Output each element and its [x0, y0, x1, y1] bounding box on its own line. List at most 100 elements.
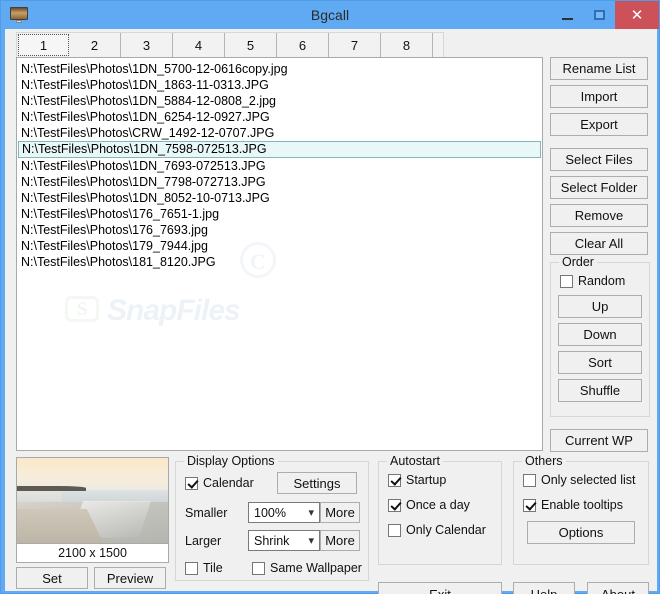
tab-6[interactable]: 6: [277, 33, 329, 57]
preview-panel: 2100 x 1500 Set Preview: [16, 457, 169, 589]
list-item[interactable]: N:\TestFiles\Photos\1DN_8052-10-0713.JPG: [17, 190, 542, 206]
button-spacer: [550, 141, 650, 148]
close-icon: ✕: [630, 6, 644, 24]
tab-8[interactable]: 8: [381, 33, 433, 57]
only-selected-list-checkbox-row[interactable]: Only selected list: [523, 473, 648, 487]
tile-checkbox-row[interactable]: Tile: [185, 561, 252, 575]
once-a-day-checkbox[interactable]: [388, 498, 401, 512]
help-button[interactable]: Help: [513, 582, 575, 594]
autostart-group: Autostart Startup Once a day Only Calend…: [378, 454, 502, 565]
tab-2-label: 2: [90, 37, 99, 53]
list-item[interactable]: N:\TestFiles\Photos\181_8120.JPG: [17, 254, 542, 270]
tab-strip-filler: [433, 33, 443, 57]
about-button[interactable]: About: [587, 582, 649, 594]
larger-more-button[interactable]: More: [320, 530, 360, 551]
image-dimensions: 2100 x 1500: [16, 544, 169, 563]
larger-value: Shrink: [254, 533, 290, 548]
file-list[interactable]: N:\TestFiles\Photos\1DN_5700-12-0616copy…: [16, 57, 543, 451]
export-button[interactable]: Export: [550, 113, 648, 136]
larger-row: Larger Shrink ▾ More: [185, 530, 368, 551]
only-calendar-label: Only Calendar: [406, 523, 486, 537]
display-options-legend: Display Options: [184, 454, 278, 468]
only-calendar-checkbox-row[interactable]: Only Calendar: [388, 523, 501, 537]
random-label: Random: [578, 274, 626, 288]
shuffle-button[interactable]: Shuffle: [558, 379, 642, 402]
watermark-text: SnapFiles: [107, 294, 241, 327]
list-item[interactable]: N:\TestFiles\Photos\1DN_5884-12-0808_2.j…: [17, 93, 542, 109]
order-group: Order Random Up Down Sort Shuffle: [550, 255, 650, 417]
list-item-selected[interactable]: N:\TestFiles\Photos\1DN_7598-072513.JPG: [18, 141, 541, 158]
list-item[interactable]: N:\TestFiles\Photos\1DN_7693-072513.JPG: [17, 158, 542, 174]
list-item[interactable]: N:\TestFiles\Photos\1DN_1863-11-0313.JPG: [17, 77, 542, 93]
tile-row: Tile Same Wallpaper: [185, 561, 368, 575]
wallpaper-thumbnail[interactable]: [16, 457, 169, 544]
tab-2[interactable]: 2: [69, 33, 121, 57]
only-selected-list-checkbox[interactable]: [523, 473, 536, 487]
list-item[interactable]: N:\TestFiles\Photos\179_7944.jpg: [17, 238, 542, 254]
list-item[interactable]: N:\TestFiles\Photos\CRW_1492-12-0707.JPG: [17, 125, 542, 141]
tab-4-label: 4: [194, 37, 203, 53]
preview-button[interactable]: Preview: [94, 567, 166, 589]
application-window: Bgcall ✕ 1 2 3 4 5 6 7 8 N:\TestFiles\Ph…: [0, 0, 660, 594]
smaller-value: 100%: [254, 505, 286, 520]
once-a-day-checkbox-row[interactable]: Once a day: [388, 498, 501, 512]
startup-checkbox[interactable]: [388, 473, 401, 487]
clear-all-button[interactable]: Clear All: [550, 232, 648, 255]
tab-8-label: 8: [402, 37, 411, 53]
calendar-checkbox-row[interactable]: Calendar: [185, 476, 277, 490]
same-wallpaper-checkbox-row[interactable]: Same Wallpaper: [252, 561, 362, 575]
smaller-dropdown[interactable]: 100% ▾: [248, 502, 320, 523]
remove-button[interactable]: Remove: [550, 204, 648, 227]
chevron-down-icon: ▾: [308, 535, 314, 547]
others-legend: Others: [522, 454, 566, 468]
preview-buttons: Set Preview: [16, 567, 169, 589]
list-item[interactable]: N:\TestFiles\Photos\1DN_7798-072713.JPG: [17, 174, 542, 190]
exit-button[interactable]: Exit: [378, 582, 502, 594]
order-group-legend: Order: [559, 255, 597, 269]
larger-dropdown[interactable]: Shrink ▾: [248, 530, 320, 551]
same-wallpaper-checkbox[interactable]: [252, 561, 265, 575]
tab-3[interactable]: 3: [121, 33, 173, 57]
tile-checkbox[interactable]: [185, 561, 198, 575]
minimize-button[interactable]: [551, 1, 583, 29]
current-wp-button[interactable]: Current WP: [550, 429, 648, 452]
settings-button[interactable]: Settings: [277, 472, 357, 494]
down-button[interactable]: Down: [558, 323, 642, 346]
random-checkbox-row[interactable]: Random: [560, 274, 649, 288]
rename-list-button[interactable]: Rename List: [550, 57, 648, 80]
select-files-button[interactable]: Select Files: [550, 148, 648, 171]
only-calendar-checkbox[interactable]: [388, 523, 401, 537]
enable-tooltips-checkbox-row[interactable]: Enable tooltips: [523, 498, 648, 512]
tab-1[interactable]: 1: [18, 34, 69, 56]
enable-tooltips-label: Enable tooltips: [541, 498, 624, 512]
tab-4[interactable]: 4: [173, 33, 225, 57]
smaller-more-button[interactable]: More: [320, 502, 360, 523]
tab-7-label: 7: [350, 37, 359, 53]
right-button-column: Rename List Import Export Select Files S…: [550, 57, 650, 260]
list-item[interactable]: N:\TestFiles\Photos\176_7693.jpg: [17, 222, 542, 238]
up-button[interactable]: Up: [558, 295, 642, 318]
only-selected-list-label: Only selected list: [541, 473, 636, 487]
set-button[interactable]: Set: [16, 567, 88, 589]
smaller-row: Smaller 100% ▾ More: [185, 502, 368, 523]
list-item[interactable]: N:\TestFiles\Photos\1DN_5700-12-0616copy…: [17, 61, 542, 77]
maximize-button[interactable]: [583, 1, 615, 29]
import-button[interactable]: Import: [550, 85, 648, 108]
calendar-checkbox[interactable]: [185, 476, 198, 490]
random-checkbox[interactable]: [560, 274, 573, 288]
monitor-icon: [9, 6, 31, 24]
same-wallpaper-label: Same Wallpaper: [270, 561, 362, 575]
list-item[interactable]: N:\TestFiles\Photos\1DN_6254-12-0927.JPG: [17, 109, 542, 125]
smaller-label: Smaller: [185, 505, 228, 520]
enable-tooltips-checkbox[interactable]: [523, 498, 536, 512]
tab-1-label: 1: [39, 37, 48, 53]
sort-button[interactable]: Sort: [558, 351, 642, 374]
close-button[interactable]: ✕: [615, 1, 659, 29]
options-button[interactable]: Options: [527, 521, 635, 544]
tab-5[interactable]: 5: [225, 33, 277, 57]
list-item[interactable]: N:\TestFiles\Photos\176_7651-1.jpg: [17, 206, 542, 222]
startup-checkbox-row[interactable]: Startup: [388, 473, 501, 487]
select-folder-button[interactable]: Select Folder: [550, 176, 648, 199]
tab-7[interactable]: 7: [329, 33, 381, 57]
title-bar: Bgcall ✕: [1, 1, 659, 29]
